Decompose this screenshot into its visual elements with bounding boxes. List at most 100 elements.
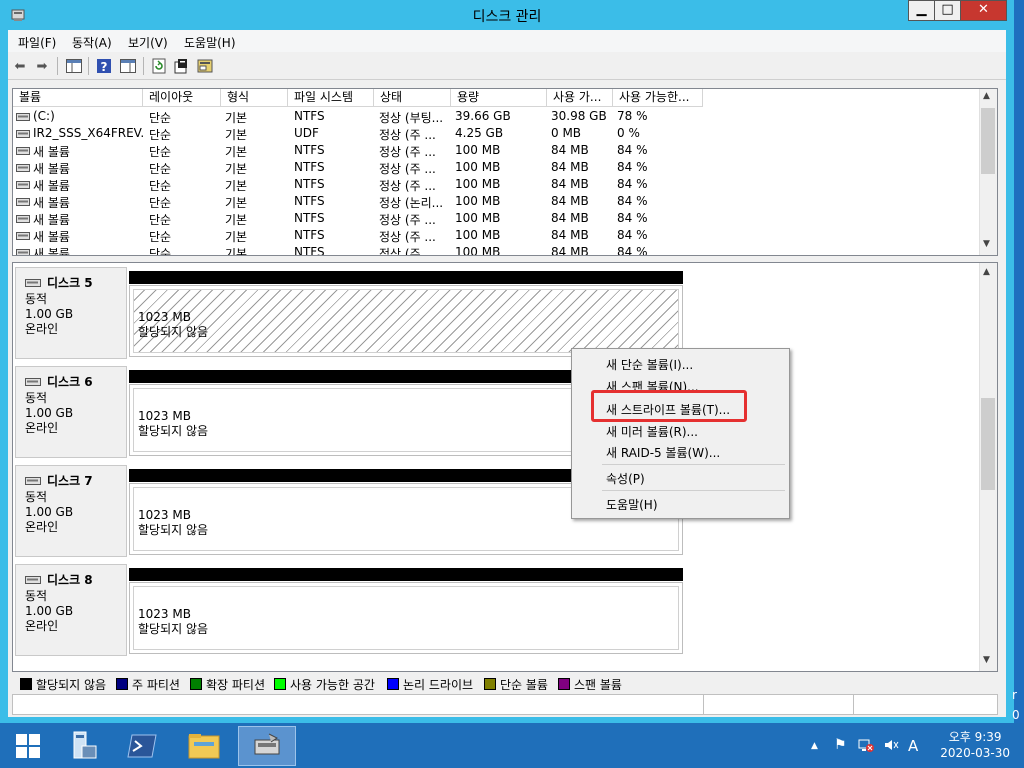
volume-icon xyxy=(16,247,30,255)
column-header-status[interactable]: 상태 xyxy=(374,89,451,107)
ime-indicator-icon[interactable]: A xyxy=(908,737,918,755)
back-arrow-icon[interactable]: ⬅ xyxy=(11,57,29,75)
volume-cell: 84 % xyxy=(617,177,648,191)
volume-muted-icon[interactable] xyxy=(883,737,899,757)
scroll-thumb[interactable] xyxy=(981,108,995,174)
legend-bar: 할당되지 않음 주 파티션 확장 파티션 사용 가능한 공간 논리 드라이브 단… xyxy=(12,672,998,694)
menu-item-new-raid5-volume[interactable]: 새 RAID-5 볼륨(W)... xyxy=(606,444,720,461)
column-header-type[interactable]: 형식 xyxy=(221,89,288,107)
menu-item-new-simple-volume[interactable]: 새 단순 볼륨(I)... xyxy=(606,356,693,373)
powershell-icon xyxy=(127,734,157,758)
toolbar-separator xyxy=(57,57,58,75)
properties-pane-icon[interactable] xyxy=(119,57,137,75)
disk-name: 디스크 8 xyxy=(47,573,93,587)
volume-row[interactable]: IR2_SSS_X64FREV... 단순 기본 UDF 정상 (주 ... 4.25 G… xyxy=(13,125,983,142)
start-icon xyxy=(16,734,40,758)
forward-arrow-icon[interactable]: ➡ xyxy=(33,57,51,75)
volume-cell: 단순 xyxy=(149,162,172,176)
menu-view[interactable]: 보기(V) xyxy=(128,34,168,51)
volume-cell: 100 MB xyxy=(455,177,501,191)
file-explorer-icon xyxy=(188,734,220,759)
unallocated-region[interactable]: 1023 MB 할당되지 않음 xyxy=(133,289,679,353)
volume-row[interactable]: (C:) 단순 기본 NTFS 정상 (부팅... 39.66 GB 30.98 GB 78 … xyxy=(13,108,983,125)
scroll-down-icon[interactable]: ▼ xyxy=(983,655,990,665)
volume-row[interactable]: 새 볼륨 단순 기본 NTFS 정상 (주 ... 100 MB 84 MB 84 % xyxy=(13,142,983,159)
taskbar-disk-management[interactable] xyxy=(238,726,296,766)
menu-item-help[interactable]: 도움말(H) xyxy=(606,496,658,513)
disk-partition[interactable]: 1023 MB 할당되지 않음 xyxy=(129,564,685,656)
column-header-capacity[interactable]: 용량 xyxy=(451,89,547,107)
volume-cell: 새 볼륨 xyxy=(33,162,70,176)
volume-cell: 84 % xyxy=(617,194,648,208)
disk-label[interactable]: 디스크 5 동적 1.00 GB 온라인 xyxy=(15,267,127,359)
partition-area[interactable]: 1023 MB 할당되지 않음 xyxy=(129,285,683,357)
legend-item: 스팬 볼륨 xyxy=(558,676,622,693)
column-header-percent-free[interactable]: 사용 가능한... xyxy=(613,89,703,107)
disk-label[interactable]: 디스크 6 동적 1.00 GB 온라인 xyxy=(15,366,127,458)
column-header-volume[interactable]: 볼륨 xyxy=(13,89,143,107)
tray-expand-icon[interactable]: ▲ xyxy=(811,741,818,751)
scroll-thumb[interactable] xyxy=(981,398,995,490)
volume-cell: 0 % xyxy=(617,126,640,140)
volume-cell: 84 % xyxy=(617,228,648,242)
legend-item: 할당되지 않음 xyxy=(20,676,106,693)
network-icon[interactable] xyxy=(858,737,874,757)
clock-date: 2020-03-30 xyxy=(940,746,1010,760)
volume-cell: 0 MB xyxy=(551,126,582,140)
disk-label[interactable]: 디스크 7 동적 1.00 GB 온라인 xyxy=(15,465,127,557)
partition-area[interactable]: 1023 MB 할당되지 않음 xyxy=(129,582,683,654)
disk-partition[interactable]: 1023 MB 할당되지 않음 xyxy=(129,267,685,359)
partition-status: 할당되지 않음 xyxy=(138,622,209,636)
column-header-free-space[interactable]: 사용 가... xyxy=(547,89,613,107)
properties-icon[interactable] xyxy=(172,57,190,75)
client-area: 파일(F) 동작(A) 보기(V) 도움말(H) ⬅ ➡ ? 볼륨 레이아웃 형… xyxy=(8,30,1006,717)
column-header-layout[interactable]: 레이아웃 xyxy=(143,89,221,107)
maximize-button[interactable]: □ xyxy=(934,0,961,21)
volume-row[interactable]: 새 볼륨 단순 기본 NTFS 정상 (논리... 100 MB 84 MB 84 % xyxy=(13,193,983,210)
disk-status: 온라인 xyxy=(25,322,59,336)
disk-settings-icon[interactable] xyxy=(196,57,214,75)
scroll-up-icon[interactable]: ▲ xyxy=(983,267,990,277)
volume-cell: 단순 xyxy=(149,247,172,256)
volume-cell: 100 MB xyxy=(455,211,501,225)
taskbar-powershell[interactable] xyxy=(114,726,170,766)
volume-cell: NTFS xyxy=(294,211,325,225)
volume-row[interactable]: 새 볼륨 단순 기본 NTFS 정상 (주 ... 100 MB 84 MB 84 % xyxy=(13,159,983,176)
menu-help[interactable]: 도움말(H) xyxy=(184,34,236,51)
toolbar-separator xyxy=(88,57,89,75)
legend-swatch-simple xyxy=(484,678,496,690)
disk-label[interactable]: 디스크 8 동적 1.00 GB 온라인 xyxy=(15,564,127,656)
volume-row[interactable]: 새 볼륨 단순 기본 NTFS 정상 (주 ... 100 MB 84 MB 84 % xyxy=(13,176,983,193)
unallocated-region[interactable]: 1023 MB 할당되지 않음 xyxy=(133,586,679,650)
menu-file[interactable]: 파일(F) xyxy=(18,34,56,51)
partition-status: 할당되지 않음 xyxy=(138,523,209,537)
help-icon[interactable]: ? xyxy=(95,57,113,75)
taskbar-server-manager[interactable] xyxy=(56,726,112,766)
refresh-icon[interactable] xyxy=(150,57,168,75)
volume-cell: 78 % xyxy=(617,109,648,123)
volume-cell: NTFS xyxy=(294,177,325,191)
volume-list-scrollbar[interactable]: ▲ ▼ xyxy=(979,89,997,255)
menu-action[interactable]: 동작(A) xyxy=(72,34,112,51)
menu-item-properties[interactable]: 속성(P) xyxy=(606,470,645,487)
disk-graphical-view: 디스크 5 동적 1.00 GB 온라인 1023 MB 할당되지 않음 디스크 6 동적 1.… xyxy=(12,262,998,672)
minimize-button[interactable]: ▁ xyxy=(908,0,935,21)
disk-name: 디스크 6 xyxy=(47,375,93,389)
action-center-flag-icon[interactable]: ⚑ xyxy=(834,737,847,753)
column-header-filesystem[interactable]: 파일 시스템 xyxy=(288,89,374,107)
partition-size: 1023 MB xyxy=(138,607,191,621)
console-tree-icon[interactable] xyxy=(65,57,83,75)
volume-row[interactable]: 새 볼륨 단순 기본 NTFS 정상 (주 ... 100 MB 84 MB 84 % xyxy=(13,227,983,244)
scroll-down-icon[interactable]: ▼ xyxy=(983,239,990,249)
volume-row[interactable]: 새 볼륨 단순 기본 NTFS 정상 (주 ... 100 MB 84 MB 84 % xyxy=(13,210,983,227)
context-menu: 새 단순 볼륨(I)... 새 스팬 볼륨(N)... 새 스트라이프 볼륨(T… xyxy=(571,348,790,519)
volume-row[interactable]: 새 볼륨 단순 기본 NTFS 정상 (주 ... 100 MB 84 MB 84 % xyxy=(13,244,983,256)
disk-view-scrollbar[interactable]: ▲ ▼ xyxy=(979,263,997,671)
scroll-up-icon[interactable]: ▲ xyxy=(983,91,990,101)
menu-item-new-mirrored-volume[interactable]: 새 미러 볼륨(R)... xyxy=(606,423,698,440)
title-bar[interactable]: 디스크 관리 ▁ □ ✕ xyxy=(0,0,1014,30)
taskbar-file-explorer[interactable] xyxy=(176,726,232,766)
start-button[interactable] xyxy=(0,726,56,766)
close-button[interactable]: ✕ xyxy=(960,0,1007,21)
taskbar-clock[interactable]: 오후 9:39 2020-03-30 xyxy=(940,729,1010,761)
